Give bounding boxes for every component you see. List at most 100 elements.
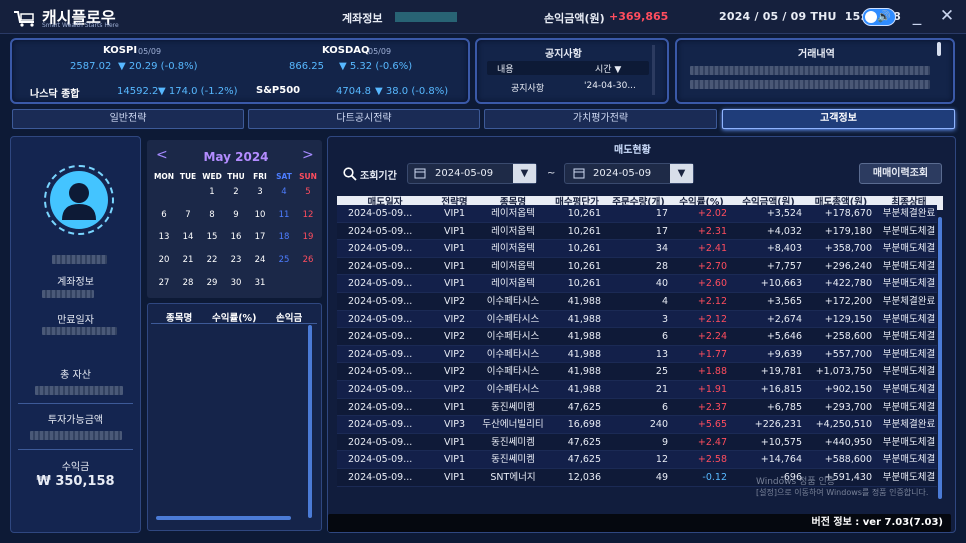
table-cell: +5.65 xyxy=(697,419,727,431)
calendar-icon xyxy=(414,168,426,179)
table-cell: 47,625 xyxy=(567,436,601,448)
calendar-day[interactable]: 4 xyxy=(272,187,296,197)
calendar-day[interactable]: 9 xyxy=(224,210,248,220)
calendar-day[interactable]: 16 xyxy=(224,232,248,242)
notice-row-time[interactable]: '24-04-30... xyxy=(584,81,636,91)
calendar-day[interactable]: 18 xyxy=(272,232,296,242)
calendar-day[interactable]: 13 xyxy=(152,232,176,242)
tab-valuation[interactable]: 가치평가전략 xyxy=(484,109,717,129)
calendar-day[interactable]: 8 xyxy=(200,210,224,220)
notice-scrollbar[interactable] xyxy=(652,45,655,95)
calendar-day[interactable]: 2 xyxy=(224,187,248,197)
trade-history-scrollbar[interactable] xyxy=(937,42,941,56)
table-cell: +10,575 xyxy=(760,436,802,448)
calendar-day[interactable]: 19 xyxy=(296,232,320,242)
calendar-day[interactable]: 23 xyxy=(224,255,248,265)
calendar-day[interactable]: 25 xyxy=(272,255,296,265)
calendar-day[interactable]: 30 xyxy=(224,278,248,288)
table-cell: 부분체결완료 xyxy=(882,208,936,219)
table-cell: 17 xyxy=(655,208,668,219)
table-cell: +16,815 xyxy=(760,384,802,395)
tab-customer[interactable]: 고객정보 xyxy=(722,109,955,129)
tab-dart[interactable]: 다트공시전략 xyxy=(248,109,480,129)
calendar-dow: WED xyxy=(202,172,222,181)
table-cell: 부분매도체결 xyxy=(882,348,936,360)
table-cell: +6,785 xyxy=(766,401,802,413)
close-button[interactable]: ✕ xyxy=(930,0,964,34)
speaker-icon: 🔊 xyxy=(877,10,891,23)
calendar-day[interactable]: 6 xyxy=(152,210,176,220)
table-cell: +2.12 xyxy=(697,296,727,307)
table-cell: VIP3 xyxy=(443,419,466,431)
table-cell: +1.77 xyxy=(697,348,727,360)
table-cell: VIP2 xyxy=(443,296,466,307)
table-cell: 부분매도체결 xyxy=(882,436,936,448)
calendar-day[interactable]: 29 xyxy=(200,278,224,288)
calendar-day[interactable]: 31 xyxy=(248,278,272,288)
calendar-day[interactable]: 3 xyxy=(248,187,272,197)
notice-row-content[interactable]: 공지사항 xyxy=(511,81,544,94)
table-cell: 10,261 xyxy=(567,243,601,255)
sound-toggle[interactable]: 🔊 xyxy=(862,8,896,26)
calendar-day[interactable]: 21 xyxy=(176,255,200,265)
table-cell: 6 xyxy=(661,401,668,413)
table-cell: 부분매도체결 xyxy=(882,331,936,343)
calendar-day[interactable]: 20 xyxy=(152,255,176,265)
calendar-day[interactable]: 5 xyxy=(296,187,320,197)
table-cell: 41,988 xyxy=(567,313,601,325)
holdings-vscroll[interactable] xyxy=(308,325,312,518)
calendar-day[interactable]: 24 xyxy=(248,255,272,265)
date-from-dropdown[interactable]: ▼ xyxy=(513,164,536,183)
calendar-day[interactable]: 10 xyxy=(248,210,272,220)
table-cell: 41,988 xyxy=(567,331,601,343)
table-cell: +9,639 xyxy=(766,348,802,360)
calendar-day[interactable]: 28 xyxy=(176,278,200,288)
kosdaq-date: 05/09 xyxy=(368,47,392,56)
calendar-day[interactable]: 17 xyxy=(248,232,272,242)
calendar-next-icon[interactable]: > xyxy=(302,147,314,163)
calendar-day[interactable]: 12 xyxy=(296,210,320,220)
table-cell: 레이저옵텍 xyxy=(491,225,535,237)
calendar-day[interactable]: 22 xyxy=(200,255,224,265)
minimize-button[interactable]: _ xyxy=(900,0,934,34)
calendar-day[interactable]: 1 xyxy=(200,187,224,197)
table-cell: VIP2 xyxy=(443,366,466,378)
table-cell: +258,600 xyxy=(824,331,872,343)
trade-history-title: 거래내역 xyxy=(798,49,835,60)
table-cell: 25 xyxy=(655,366,668,378)
table-cell: 부분매도체결 xyxy=(882,278,936,290)
table-cell: VIP1 xyxy=(443,454,466,466)
calendar-day[interactable]: 27 xyxy=(152,278,176,288)
calendar-dow: FRI xyxy=(253,172,267,181)
investable-label: 투자가능금액 xyxy=(47,415,104,426)
date-to-dropdown[interactable]: ▼ xyxy=(670,164,693,183)
nasdaq-value: 14592.2 xyxy=(117,86,159,97)
calendar-day[interactable]: 15 xyxy=(200,232,224,242)
calendar-prev-icon[interactable]: < xyxy=(156,147,168,163)
table-cell: SNT에너지 xyxy=(490,472,536,483)
notice-title: 공지사항 xyxy=(545,49,582,60)
kosdaq-value: 866.25 xyxy=(289,61,324,72)
table-cell: +358,700 xyxy=(824,243,872,255)
table-cell: +1,073,750 xyxy=(815,366,872,378)
sales-vscroll[interactable] xyxy=(938,217,942,499)
table-cell: +3,565 xyxy=(766,296,802,307)
calendar-day[interactable]: 26 xyxy=(296,255,320,265)
calendar-day[interactable]: 11 xyxy=(272,210,296,220)
table-cell: 부분매도체결 xyxy=(882,313,936,325)
sp500-change: ▼ 38.0 (-0.8%) xyxy=(375,86,449,97)
tab-general[interactable]: 일반전략 xyxy=(12,109,244,129)
table-cell: VIP1 xyxy=(443,278,466,290)
table-cell: 9 xyxy=(661,436,668,448)
account-value-masked xyxy=(395,12,457,22)
holdings-col-name: 종목명 xyxy=(166,313,193,324)
calendar-day[interactable]: 7 xyxy=(176,210,200,220)
table-cell: VIP1 xyxy=(443,208,466,219)
table-cell: 41,988 xyxy=(567,384,601,395)
table-cell: 2024-05-09... xyxy=(348,225,413,237)
calendar-dow: MON xyxy=(153,172,175,181)
table-cell: +179,180 xyxy=(824,225,872,237)
calendar-day[interactable]: 14 xyxy=(176,232,200,242)
holdings-hscroll[interactable] xyxy=(156,516,291,520)
history-button[interactable]: 매매이력조회 xyxy=(859,163,942,184)
